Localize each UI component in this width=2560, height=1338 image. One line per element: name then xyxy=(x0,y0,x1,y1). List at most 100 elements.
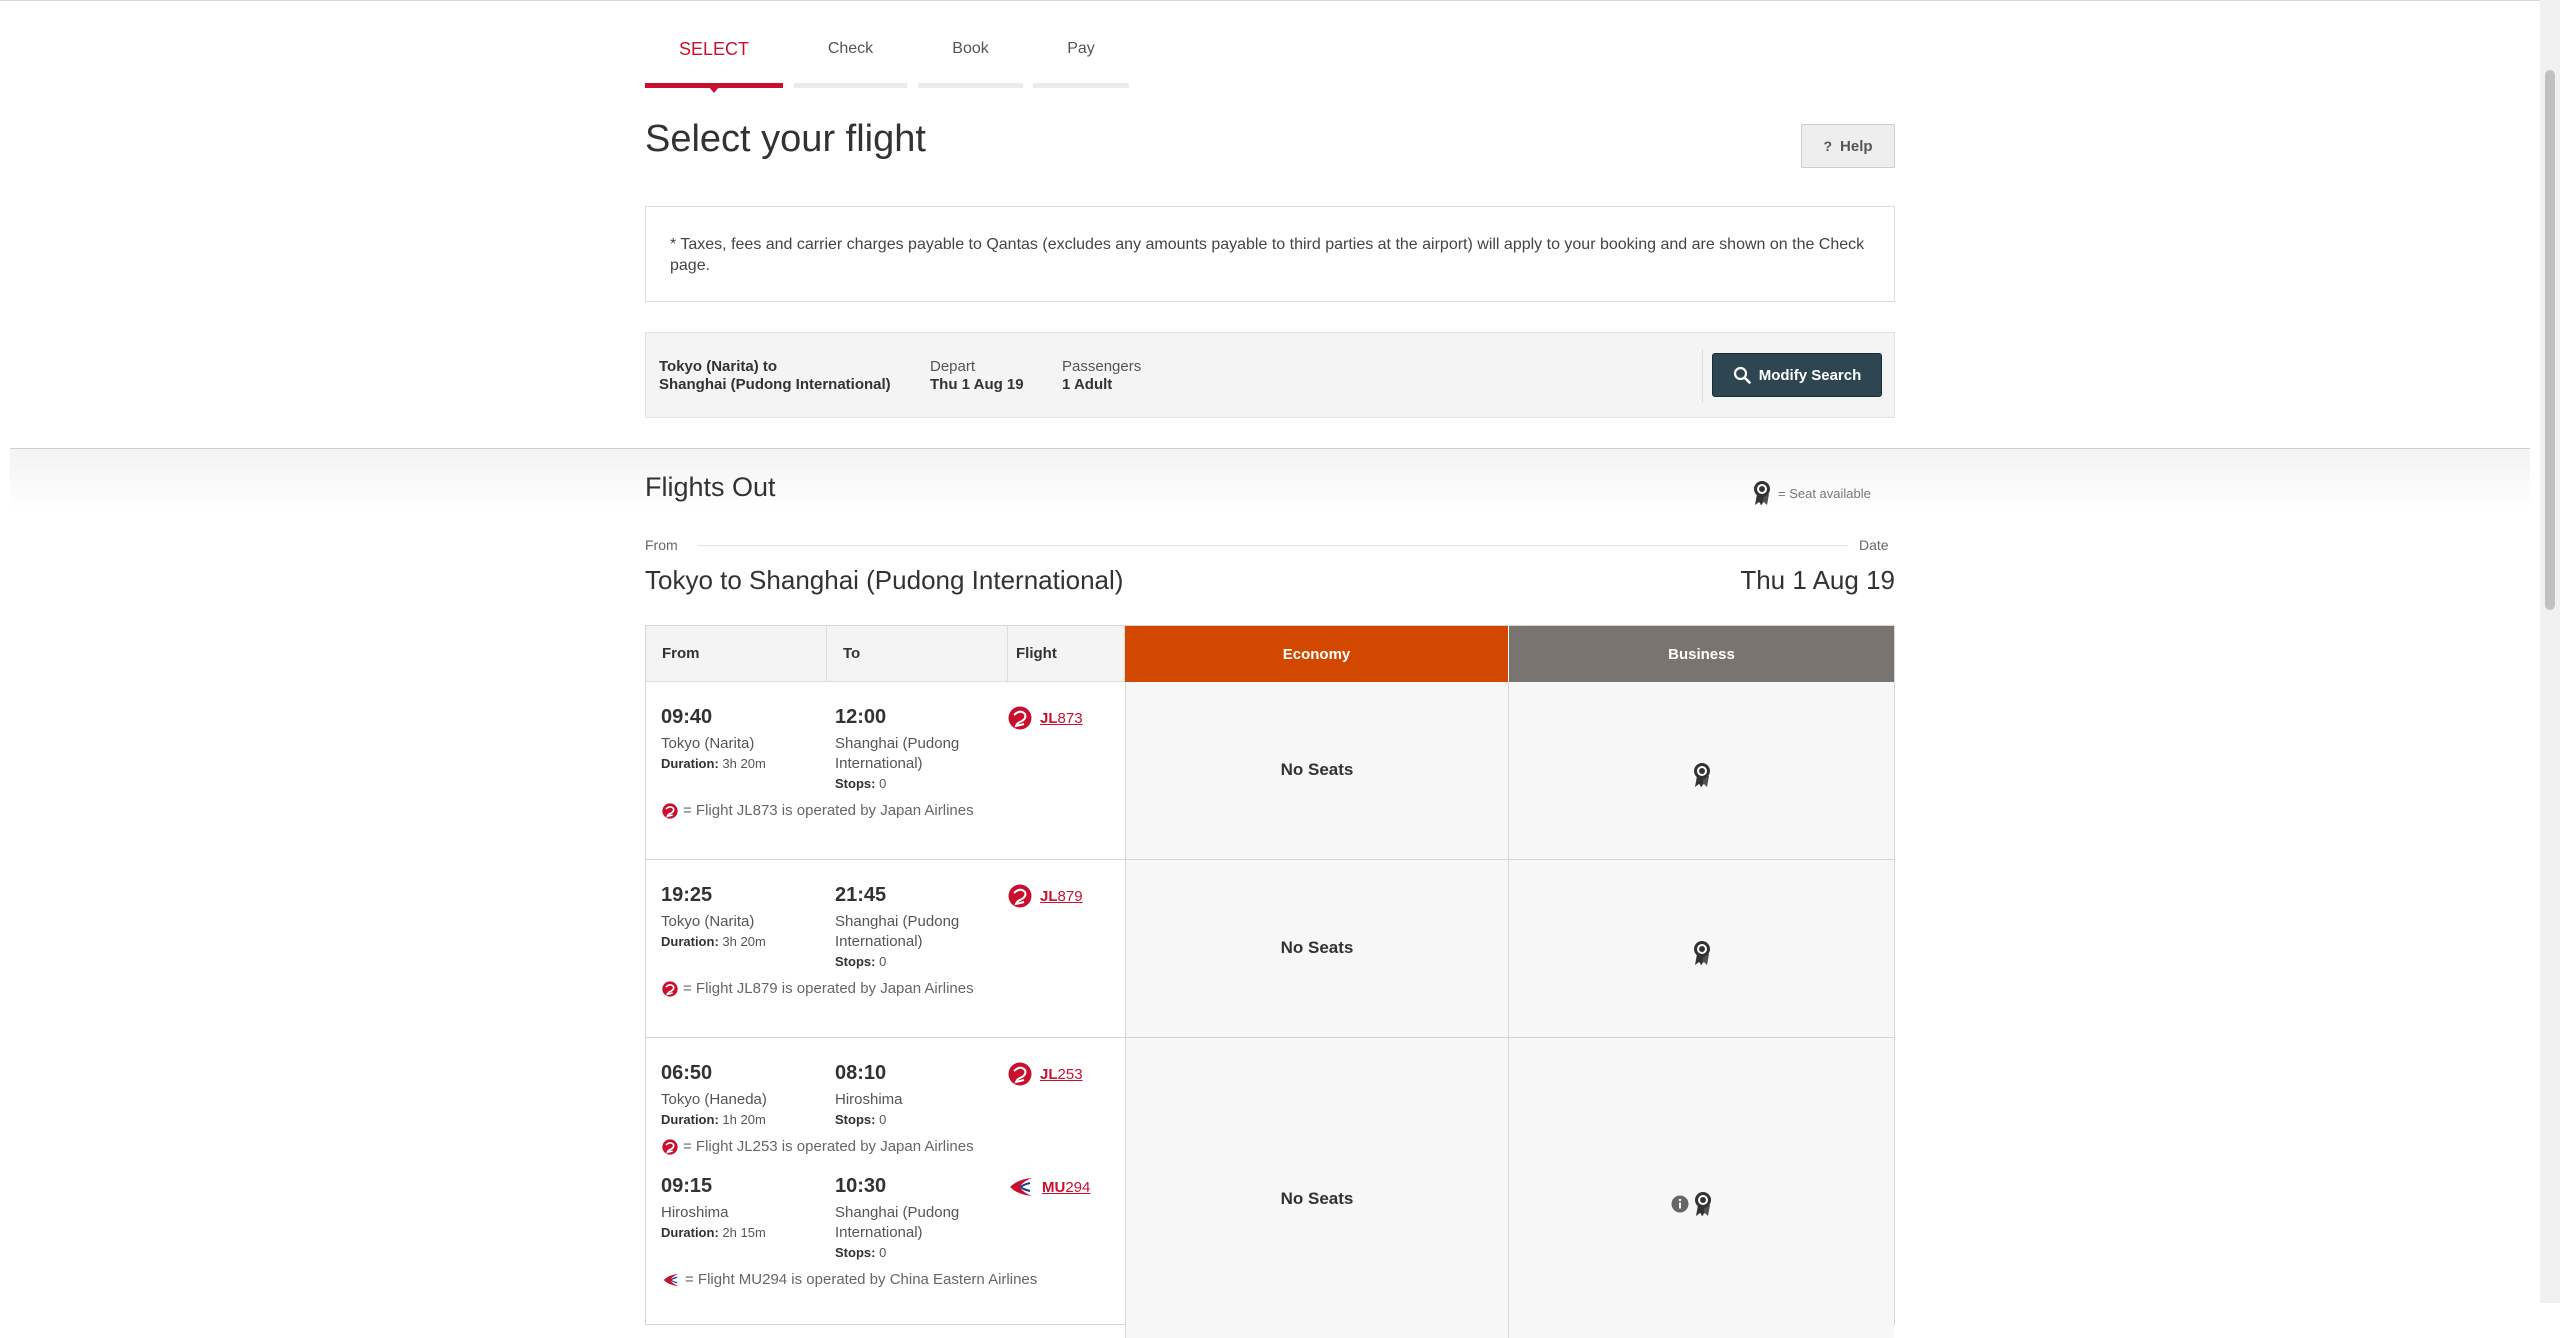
route-line-1: Tokyo (Narita) to xyxy=(659,358,778,375)
section-shade xyxy=(10,449,2530,509)
japan-airlines-logo-icon xyxy=(1008,1062,1032,1086)
scrollbar[interactable] xyxy=(2540,0,2560,1303)
header-flight: Flight xyxy=(1008,626,1125,682)
info-icon[interactable] xyxy=(1671,1195,1689,1213)
flight-code[interactable]: JL253 xyxy=(1040,1066,1083,1083)
stops: Stops: 0 xyxy=(835,1245,886,1260)
flight-number[interactable]: JL873 xyxy=(1008,706,1083,730)
japan-airlines-logo-icon xyxy=(662,1138,678,1155)
header-business[interactable]: Business xyxy=(1508,626,1894,682)
stops: Stops: 0 xyxy=(835,954,886,969)
stops-label: Stops: xyxy=(835,954,876,969)
economy-cell: No Seats xyxy=(1125,682,1508,859)
step-check: Check xyxy=(794,0,907,90)
flight-num: 294 xyxy=(1065,1178,1091,1196)
duration-label: Duration: xyxy=(661,1112,719,1127)
business-cell[interactable] xyxy=(1508,860,1894,1037)
flight-code[interactable]: JL879 xyxy=(1040,888,1083,905)
search-summary: Tokyo (Narita) to Shanghai (Pudong Inter… xyxy=(645,332,1895,418)
taxes-notice: * Taxes, fees and carrier charges payabl… xyxy=(645,206,1895,302)
arrival-place-line-1: Shanghai (Pudong xyxy=(835,913,960,930)
summary-depart: Depart Thu 1 Aug 19 xyxy=(930,358,1024,394)
step-pay: Pay xyxy=(1033,0,1129,90)
stops-label: Stops: xyxy=(835,776,876,791)
flight-number[interactable]: JL253 xyxy=(1008,1062,1083,1086)
arrival-place-line-1: Shanghai (Pudong xyxy=(835,735,960,752)
arrival-place-line-2: International) xyxy=(835,755,923,772)
top-border xyxy=(0,0,2540,1)
table-row: 19:25 Tokyo (Narita) Duration: 3h 20m 21… xyxy=(646,860,1894,1038)
flight-code[interactable]: JL873 xyxy=(1040,710,1083,727)
flight-number[interactable]: JL879 xyxy=(1008,884,1083,908)
arrival-place-line-2: International) xyxy=(835,933,923,950)
table-row: 06:50 Tokyo (Haneda) Duration: 1h 20m 08… xyxy=(646,1038,1894,1338)
duration-label: Duration: xyxy=(661,756,719,771)
no-seats-label: No Seats xyxy=(1280,938,1354,957)
scrollbar-thumb[interactable] xyxy=(2545,70,2555,610)
flight-prefix: JL xyxy=(1040,709,1058,727)
seat-available-icon xyxy=(1754,481,1770,505)
duration-value: 3h 20m xyxy=(722,756,766,771)
stops: Stops: 0 xyxy=(835,776,886,791)
flight-details: 09:40 Tokyo (Narita) Duration: 3h 20m 12… xyxy=(646,682,1125,859)
seat-available-icon[interactable] xyxy=(1692,940,1712,966)
table-header: From To Flight Economy Business xyxy=(646,626,1894,682)
duration-value: 2h 15m xyxy=(722,1225,766,1240)
arrival-place: Hiroshima xyxy=(835,1091,903,1108)
flight-details: 19:25 Tokyo (Narita) Duration: 3h 20m 21… xyxy=(646,860,1125,1037)
stops-label: Stops: xyxy=(835,1112,876,1127)
flight-prefix: JL xyxy=(1040,1065,1058,1083)
duration-value: 3h 20m xyxy=(722,934,766,949)
duration: Duration: 1h 20m xyxy=(661,1112,766,1127)
page-title: Select your flight xyxy=(645,118,926,160)
stops-label: Stops: xyxy=(835,1245,876,1260)
no-seats-label: No Seats xyxy=(1280,760,1354,779)
no-seats-label: No Seats xyxy=(1280,1189,1354,1208)
depart-value: Thu 1 Aug 19 xyxy=(930,376,1024,393)
table-row: 09:40 Tokyo (Narita) Duration: 3h 20m 12… xyxy=(646,682,1894,860)
flights-table: From To Flight Economy Business 09:40 To… xyxy=(645,625,1895,1338)
arrival-place-line-2: International) xyxy=(835,1224,923,1241)
operated-by-note: = Flight JL253 is operated by Japan Airl… xyxy=(662,1138,974,1155)
modify-search-button[interactable]: Modify Search xyxy=(1712,353,1882,397)
from-label: From xyxy=(645,537,678,553)
date-title: Thu 1 Aug 19 xyxy=(1740,565,1895,595)
duration-label: Duration: xyxy=(661,1225,719,1240)
passengers-label: Passengers xyxy=(1062,358,1142,375)
depart-label: Depart xyxy=(930,358,976,375)
legend-text: = Seat available xyxy=(1778,485,1871,501)
flight-number[interactable]: MU294 xyxy=(1008,1175,1090,1199)
departure-time: 09:15 xyxy=(661,1175,713,1197)
arrival-place-line-1: Shanghai (Pudong xyxy=(835,1204,960,1221)
flight-prefix: JL xyxy=(1040,887,1058,905)
arrival-time: 12:00 xyxy=(835,706,887,728)
step-label: SELECT xyxy=(678,39,750,59)
business-cell[interactable] xyxy=(1508,682,1894,859)
flight-num: 879 xyxy=(1057,887,1083,905)
departure-time: 19:25 xyxy=(661,884,713,906)
step-select[interactable]: SELECT xyxy=(645,0,783,93)
business-cell[interactable] xyxy=(1508,1038,1894,1338)
header-economy[interactable]: Economy xyxy=(1125,626,1508,682)
china-eastern-logo-icon xyxy=(1010,1178,1032,1196)
flight-code[interactable]: MU294 xyxy=(1042,1179,1090,1196)
seat-available-icon[interactable] xyxy=(1693,1191,1713,1217)
summary-route: Tokyo (Narita) to Shanghai (Pudong Inter… xyxy=(659,358,891,394)
help-button[interactable]: ? Help xyxy=(1801,124,1895,168)
operated-by-text: = Flight JL879 is operated by Japan Airl… xyxy=(683,980,974,997)
arrival-time: 08:10 xyxy=(835,1062,887,1084)
operated-by-text: = Flight MU294 is operated by China East… xyxy=(685,1271,1038,1288)
seat-available-icon[interactable] xyxy=(1692,762,1712,788)
summary-divider xyxy=(1702,349,1703,403)
arrival-time: 21:45 xyxy=(835,884,887,906)
route-line-2: Shanghai (Pudong International) xyxy=(659,376,891,393)
departure-place: Tokyo (Narita) xyxy=(661,913,755,930)
flight-details: 06:50 Tokyo (Haneda) Duration: 1h 20m 08… xyxy=(646,1038,1125,1338)
step-label: Book xyxy=(952,40,989,57)
stops-value: 0 xyxy=(879,1245,887,1260)
japan-airlines-logo-icon xyxy=(1008,706,1032,730)
step-label: Pay xyxy=(1067,40,1095,57)
route-divider xyxy=(698,545,1848,546)
arrival-place: Shanghai (Pudong International) xyxy=(835,1203,959,1243)
passengers-value: 1 Adult xyxy=(1062,376,1113,393)
